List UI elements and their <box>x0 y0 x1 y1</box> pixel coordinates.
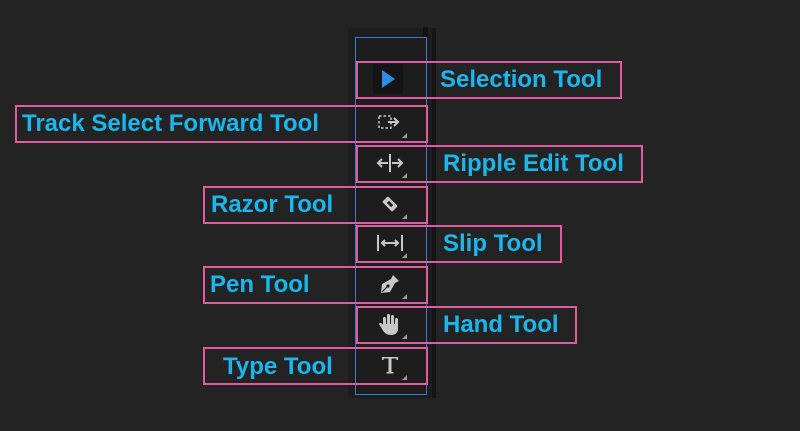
ripple-edit-tool-button[interactable] <box>375 148 407 178</box>
razor-blade-icon <box>382 196 398 212</box>
panel-grip <box>423 27 428 37</box>
flyout-indicator <box>402 253 407 258</box>
label-selection-tool: Selection Tool <box>440 66 603 93</box>
label-pen-tool: Pen Tool <box>210 271 310 298</box>
hand-tool-button[interactable] <box>375 309 407 339</box>
ripple-edit-icon <box>376 154 404 172</box>
flyout-indicator <box>402 334 407 339</box>
track-select-forward-icon <box>378 115 400 129</box>
pen-tool-button[interactable] <box>375 269 407 299</box>
type-t-icon <box>382 357 398 374</box>
flyout-indicator <box>402 133 407 138</box>
label-ripple-edit-tool: Ripple Edit Tool <box>443 150 624 177</box>
flyout-indicator <box>402 214 407 219</box>
selection-tool-button[interactable] <box>373 64 403 94</box>
hand-icon <box>379 314 398 335</box>
track-select-forward-tool-button[interactable] <box>375 108 407 138</box>
flyout-indicator <box>402 375 407 380</box>
label-track-select-forward-tool: Track Select Forward Tool <box>22 110 319 137</box>
label-hand-tool: Hand Tool <box>443 311 559 338</box>
flyout-indicator <box>402 173 407 178</box>
selection-arrow-icon <box>382 70 395 88</box>
label-type-tool: Type Tool <box>223 353 333 380</box>
label-razor-tool: Razor Tool <box>211 191 334 218</box>
flyout-indicator <box>402 294 407 299</box>
slip-tool-button[interactable] <box>375 228 407 258</box>
slip-icon <box>377 235 403 251</box>
type-tool-button[interactable] <box>375 350 407 380</box>
label-slip-tool: Slip Tool <box>443 230 543 257</box>
pen-nib-icon <box>381 275 399 293</box>
razor-tool-button[interactable] <box>375 189 407 219</box>
